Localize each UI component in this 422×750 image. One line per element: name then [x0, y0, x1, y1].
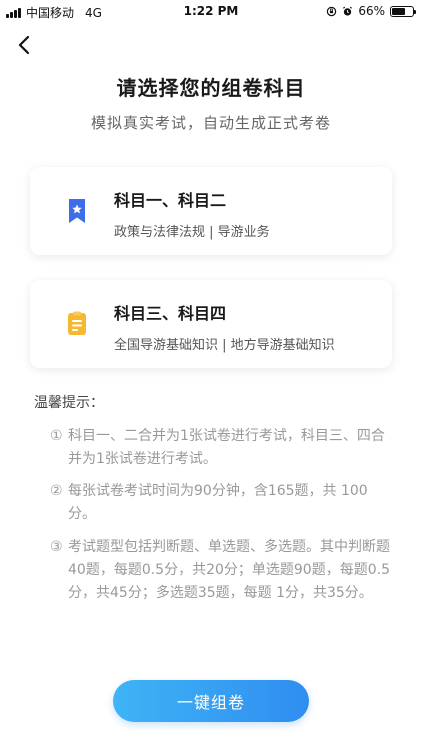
- subject-card-1-2[interactable]: 科目一、科目二 政策与法律法规 | 导游业务: [30, 167, 392, 255]
- alarm-icon: [343, 6, 353, 16]
- tip-item: ② 每张试卷考试时间为90分钟，含165题，共 100分。: [50, 480, 390, 526]
- page-subtitle: 模拟真实考试，自动生成正式考卷: [90, 114, 331, 132]
- tip-text: 每张试卷考试时间为90分钟，含165题，共 100分。: [68, 483, 368, 522]
- battery-percent: 66%: [358, 4, 385, 18]
- bookmark-star-icon: [69, 199, 85, 223]
- rotation-lock-icon: [327, 6, 337, 16]
- card-desc: 政策与法律法规 | 导游业务: [114, 225, 270, 240]
- tip-item: ③ 考试题型包括判断题、单选题、多选题。其中判断题40题，每题0.5分，共20分…: [50, 536, 390, 605]
- tip-number: ①: [50, 428, 63, 444]
- battery-fill: [392, 7, 406, 15]
- battery-icon: [390, 5, 416, 17]
- chevron-left-icon: [18, 35, 30, 55]
- card-title: 科目一、科目二: [114, 191, 227, 210]
- tip-text: 科目一、二合并为1张试卷进行考试，科目三、四合并为1张试卷进行考试。: [68, 428, 385, 467]
- back-button[interactable]: [10, 30, 40, 60]
- page-title: 请选择您的组卷科目: [116, 76, 306, 100]
- tip-number: ②: [50, 483, 63, 499]
- status-right: 66%: [326, 4, 416, 18]
- generate-paper-button[interactable]: 一键组卷: [113, 680, 309, 722]
- subject-card-3-4[interactable]: 科目三、科目四 全国导游基础知识 | 地方导游基础知识: [30, 280, 392, 368]
- card-desc: 全国导游基础知识 | 地方导游基础知识: [114, 338, 335, 353]
- card-title: 科目三、科目四: [114, 304, 227, 323]
- tips-title: 温馨提示：: [34, 395, 104, 411]
- clipboard-icon: [68, 311, 86, 335]
- tip-number: ③: [50, 539, 63, 555]
- tip-text: 考试题型包括判断题、单选题、多选题。其中判断题40题，每题0.5分，共20分；单…: [68, 539, 390, 601]
- tip-item: ① 科目一、二合并为1张试卷进行考试，科目三、四合并为1张试卷进行考试。: [50, 425, 390, 471]
- status-bar: 中国移动 4G 1:22 PM 66%: [0, 0, 422, 22]
